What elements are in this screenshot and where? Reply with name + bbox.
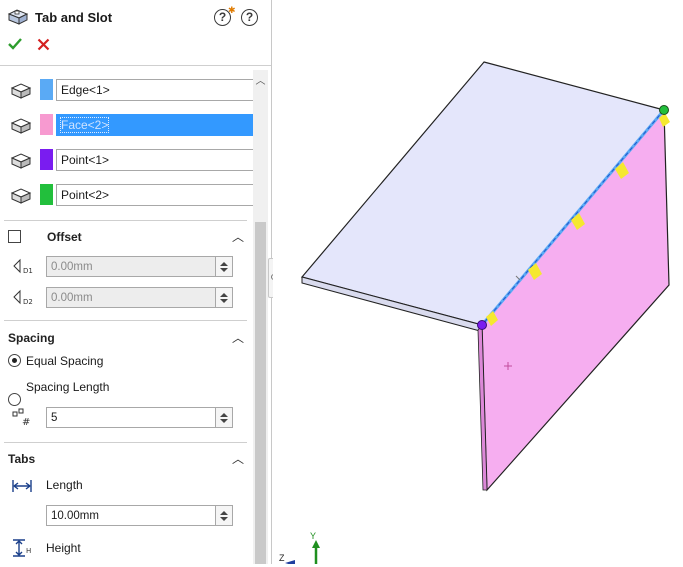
- scrollbar-thumb[interactable]: [255, 222, 266, 564]
- point-2-selection-box[interactable]: Point<2>: [56, 184, 259, 206]
- face-color-swatch: [40, 114, 53, 135]
- triad-y-arrow: [312, 540, 320, 548]
- instance-count-icon: #: [11, 407, 35, 430]
- tab-height-label: Height: [46, 541, 81, 555]
- tab-length-spinner[interactable]: [215, 505, 233, 526]
- tab-length-icon: [11, 477, 33, 498]
- reference-triad: [285, 540, 320, 566]
- d1-offset-input[interactable]: 0.00mm: [46, 256, 232, 277]
- cancel-button[interactable]: [37, 38, 50, 54]
- tab-and-slot-feature-icon: [7, 8, 29, 29]
- graphics-viewport[interactable]: Y Z: [273, 0, 683, 566]
- svg-text:H: H: [26, 547, 31, 555]
- equal-spacing-radio[interactable]: [8, 354, 21, 367]
- d1-distance-icon: D1: [11, 256, 35, 279]
- triad-z-label: Z: [279, 553, 285, 563]
- edge-selection-icon: [9, 80, 33, 100]
- spacing-length-radio[interactable]: [8, 393, 21, 406]
- point-1-color-swatch: [40, 149, 53, 170]
- confirm-button[interactable]: [7, 36, 23, 55]
- equal-spacing-label: Equal Spacing: [26, 354, 104, 368]
- spacing-length-label: Spacing Length: [26, 380, 110, 394]
- panel-title: Tab and Slot: [35, 10, 113, 25]
- face-selection-icon: [9, 115, 33, 135]
- close-icon: [37, 38, 50, 51]
- model-view[interactable]: [273, 0, 683, 566]
- point-1-marker[interactable]: [477, 320, 487, 330]
- svg-text:D1: D1: [23, 267, 33, 275]
- d1-spinner[interactable]: [215, 256, 233, 277]
- point-1-selection-icon: [9, 150, 33, 170]
- spacing-divider: [4, 442, 247, 443]
- spacing-section-title: Spacing: [8, 331, 55, 345]
- selections-divider: [4, 220, 247, 221]
- edge-color-swatch: [40, 79, 53, 100]
- point-1-selection-box[interactable]: Point<1>: [56, 149, 259, 171]
- point-2-color-swatch: [40, 184, 53, 205]
- point-2-selection-icon: [9, 185, 33, 205]
- tab-height-icon: H: [11, 538, 33, 561]
- tab-count-input[interactable]: 5: [46, 407, 232, 428]
- tabs-collapse-icon[interactable]: ︿: [231, 453, 245, 465]
- checkmark-icon: [8, 38, 22, 50]
- help-icon[interactable]: ?: [241, 9, 258, 26]
- offset-collapse-icon[interactable]: ︿: [231, 231, 245, 243]
- offset-checkbox[interactable]: [8, 230, 21, 243]
- spacing-collapse-icon[interactable]: ︿: [231, 332, 245, 344]
- header-divider: [0, 65, 271, 66]
- triad-y-label: Y: [310, 531, 317, 541]
- d2-distance-icon: D2: [11, 287, 35, 310]
- panel-scrollbar[interactable]: ︿: [253, 70, 268, 564]
- edge-selection-box[interactable]: Edge<1>: [56, 79, 259, 101]
- tab-count-spinner[interactable]: [215, 407, 233, 428]
- sparkle-icon: ✱: [228, 5, 236, 15]
- scroll-up-icon[interactable]: ︿: [253, 72, 268, 87]
- svg-text:#: #: [22, 417, 30, 427]
- triad-z-arrow: [285, 560, 295, 566]
- d2-offset-input[interactable]: 0.00mm: [46, 287, 232, 308]
- d2-spinner[interactable]: [215, 287, 233, 308]
- tab-length-input[interactable]: 10.00mm: [46, 505, 232, 526]
- offset-section-title: Offset: [47, 230, 82, 244]
- tabs-section-title: Tabs: [8, 452, 36, 466]
- offset-divider: [4, 320, 247, 321]
- point-2-marker[interactable]: [659, 105, 669, 115]
- face-selection-box[interactable]: Face<2>: [56, 114, 259, 136]
- svg-text:D2: D2: [23, 298, 33, 306]
- property-manager-panel: Tab and Slot ? ✱ ? Edge<1> Face<2> Point…: [0, 0, 272, 564]
- tab-length-label: Length: [46, 478, 83, 492]
